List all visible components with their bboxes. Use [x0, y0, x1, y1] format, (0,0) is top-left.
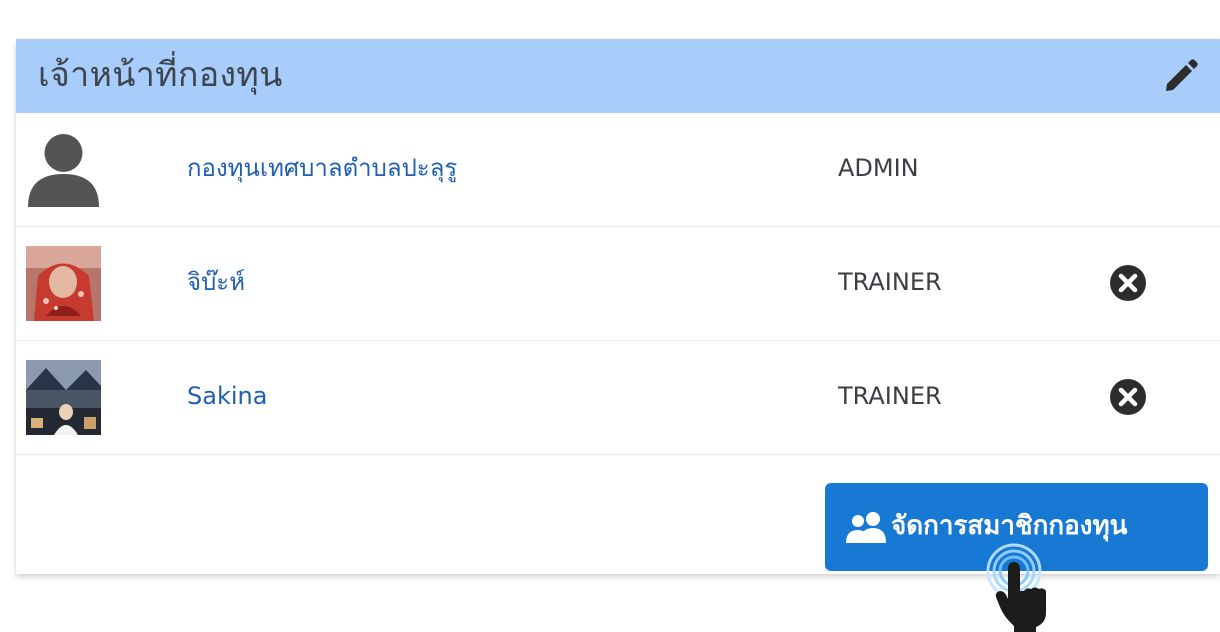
card-title: เจ้าหน้าที่กองทุน [38, 55, 283, 95]
member-name[interactable]: กองทุนเทศบาลตำบลปะลุรู [187, 151, 457, 185]
member-role: TRAINER [838, 268, 942, 296]
member-name[interactable]: Sakina [187, 379, 267, 413]
avatar [26, 132, 101, 207]
member-role: TRAINER [838, 382, 942, 410]
member-row: จิบ๊ะห์ TRAINER [16, 227, 1220, 341]
profile-photo [26, 246, 101, 321]
manage-members-button[interactable]: จัดการสมาชิกกองทุน [825, 483, 1208, 571]
manage-members-label: จัดการสมาชิกกองทุน [891, 511, 1128, 541]
avatar [26, 246, 101, 321]
close-circle-icon [1110, 265, 1146, 301]
edit-button[interactable] [1160, 57, 1200, 97]
fund-staff-card: เจ้าหน้าที่กองทุน กองทุนเทศบาลตำบลปะลุรู… [16, 39, 1220, 574]
users-icon [846, 512, 886, 543]
avatar [26, 360, 101, 435]
pencil-icon [1166, 59, 1198, 91]
remove-member-button[interactable] [1109, 378, 1147, 416]
profile-photo [26, 360, 101, 435]
card-header: เจ้าหน้าที่กองทุน [16, 39, 1220, 113]
member-name[interactable]: จิบ๊ะห์ [187, 265, 245, 299]
default-user-icon [28, 134, 99, 207]
remove-member-button[interactable] [1109, 264, 1147, 302]
close-circle-icon [1110, 379, 1146, 415]
member-role: ADMIN [838, 154, 919, 182]
member-row: กองทุนเทศบาลตำบลปะลุรู ADMIN [16, 113, 1220, 227]
member-row: Sakina TRAINER [16, 341, 1220, 455]
